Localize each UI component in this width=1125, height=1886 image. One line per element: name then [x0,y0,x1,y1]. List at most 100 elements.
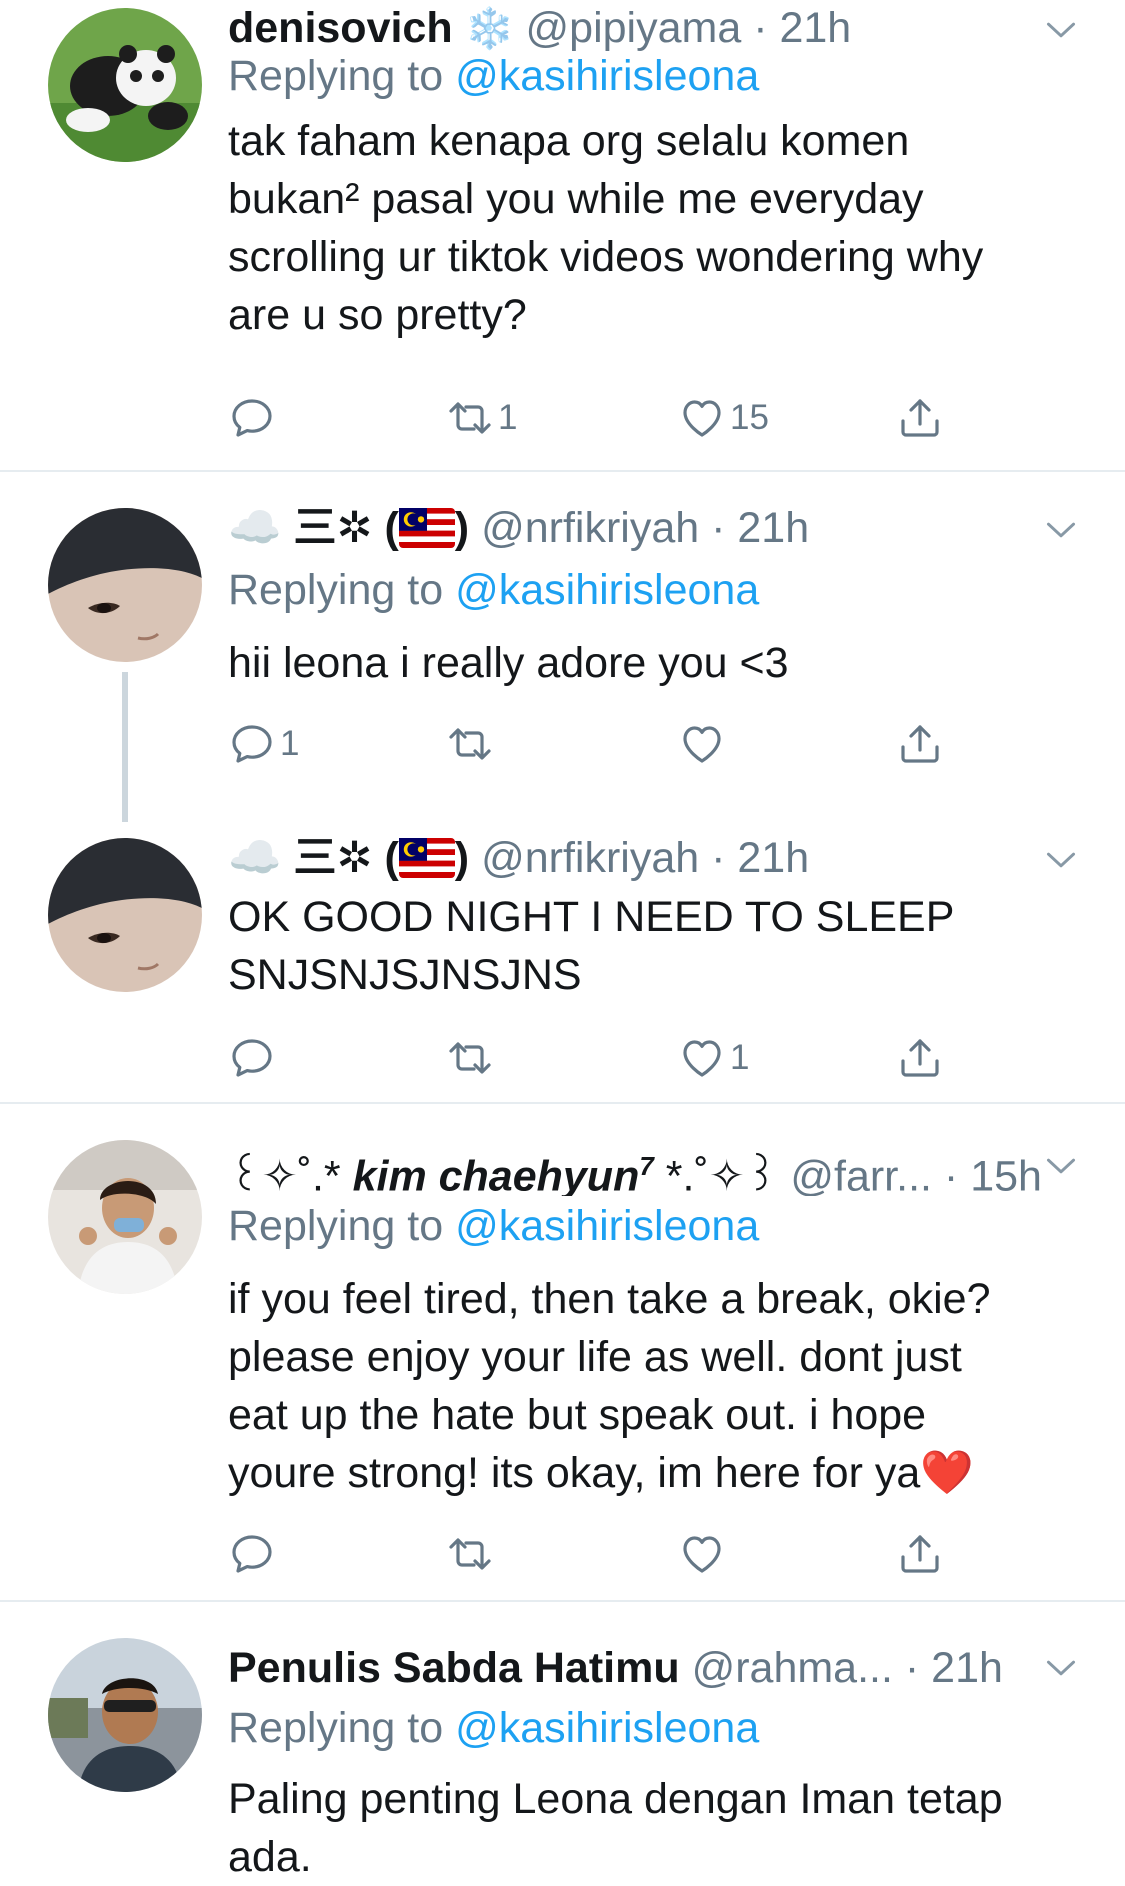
avatar[interactable] [48,1140,202,1294]
replying-to-label: Replying to [228,566,444,614]
user-handle[interactable]: @nrfikriyah [481,504,699,552]
tweet-text: Paling penting Leona dengan Iman tetap a… [228,1770,1108,1886]
tweet-time: · 21h [753,4,852,52]
tweet-header: Penulis Sabda Hatimu @rahma... · 21h [228,1638,1115,1698]
reply-icon [228,394,276,442]
share-icon [896,1034,944,1082]
text-line: are u so pretty? [228,291,527,339]
tweet-1[interactable]: denisovich ❄️ @pipiyama · 21h Replying t… [0,0,1125,470]
display-name-suffix: ) [454,504,470,552]
malaysia-flag-icon [399,838,455,878]
display-name-suffix: ) [454,834,470,882]
caret-down-icon[interactable] [1041,1648,1081,1688]
reply-mention[interactable]: @kasihirisleona [455,1202,759,1250]
reply-icon [228,1530,276,1578]
share-button[interactable] [896,1526,944,1582]
retweet-count: 1 [498,398,518,437]
tweet-text: tak faham kenapa org selalu komen bukan²… [228,112,1108,344]
reply-icon [228,720,276,768]
like-button[interactable]: 1 [678,1030,749,1086]
avatar[interactable] [48,1638,202,1792]
avatar[interactable] [48,8,202,162]
reply-button[interactable] [228,390,276,446]
replying-to-label: Replying to [228,52,444,100]
like-icon [678,394,726,442]
display-name[interactable]: denisovich [228,4,453,52]
text-line: bukan² pasal you while me everyday [228,175,924,223]
tweet-3[interactable]: ☁️ 三✲ () @nrfikriyah · 21h OK GOOD NIGHT… [0,802,1125,1102]
replying-to: Replying to @kasihirisleona [228,46,759,106]
text-line: scrolling ur tiktok videos wondering why [228,233,984,281]
name-decoration-left: ꒰✧˚.* [228,1152,353,1196]
cloud-icon: ☁️ [228,834,282,882]
retweet-button[interactable]: 1 [446,390,517,446]
tweet-time: · 21h [904,1644,1003,1692]
caret-down-icon[interactable] [1041,1146,1081,1186]
reply-mention[interactable]: @kasihirisleona [455,52,759,100]
retweet-button[interactable] [446,1526,494,1582]
replying-to: Replying to @kasihirisleona [228,1196,759,1256]
reply-button[interactable]: 1 [228,716,299,772]
retweet-icon [446,720,494,768]
tweet-header: ☁️ 三✲ () @nrfikriyah · 21h [228,828,1115,888]
share-button[interactable] [896,390,944,446]
text-line: youre strong! its okay, im here for ya❤️ [228,1449,974,1497]
reply-button[interactable] [228,1030,276,1086]
tweet-time: · 15h [943,1152,1042,1196]
replying-to: Replying to @kasihirisleona [228,560,759,620]
text-line: OK GOOD NIGHT I NEED TO SLEEP [228,893,955,941]
share-icon [896,394,944,442]
tweet-actions: 1 [228,1030,988,1086]
tweet-5[interactable]: Penulis Sabda Hatimu @rahma... · 21h Rep… [0,1602,1125,1881]
caret-down-icon[interactable] [1041,840,1081,880]
tweet-text: OK GOOD NIGHT I NEED TO SLEEP SNJSNJSJNS… [228,888,1108,1004]
tweet-2[interactable]: ☁️ 三✲ () @nrfikriyah · 21h Replying to @… [0,472,1125,822]
tweet-4[interactable]: ꒰✧˚.* kim chaehyun7 *.˚✧꒱ @farr... · 15h… [0,1104,1125,1600]
like-button[interactable] [678,1526,726,1582]
retweet-button[interactable] [446,1030,494,1086]
replying-to-label: Replying to [228,1202,444,1250]
user-handle[interactable]: @pipiyama [526,4,742,52]
share-icon [896,720,944,768]
text-line: Paling penting Leona dengan Iman tetap [228,1775,1003,1823]
like-count: 15 [730,398,769,437]
avatar[interactable] [48,838,202,992]
reply-mention[interactable]: @kasihirisleona [455,1704,759,1752]
tweet-text: if you feel tired, then take a break, ok… [228,1270,1108,1502]
text-line: SNJSNJSJNSJNS [228,951,582,999]
reply-mention[interactable]: @kasihirisleona [455,566,759,614]
retweet-icon [446,1034,494,1082]
user-handle[interactable]: @rahma... [692,1644,893,1692]
display-name[interactable]: kim chaehyun [353,1152,640,1196]
display-name[interactable]: 三✲ ( [294,834,399,882]
tweet-header: ꒰✧˚.* kim chaehyun7 *.˚✧꒱ @farr... · 15h [228,1136,1115,1196]
reply-icon [228,1034,276,1082]
caret-down-icon[interactable] [1041,10,1081,50]
text-line: hii leona i really adore you <3 [228,639,789,687]
avatar[interactable] [48,508,202,662]
like-button[interactable] [678,716,726,772]
tweet-actions [228,1526,988,1582]
reply-button[interactable] [228,1526,276,1582]
text-line: ada. [228,1833,312,1881]
display-name[interactable]: Penulis Sabda Hatimu [228,1644,680,1692]
share-button[interactable] [896,716,944,772]
caret-down-icon[interactable] [1041,510,1081,550]
thread-line [122,672,128,822]
display-name[interactable]: 三✲ ( [294,504,399,552]
user-handle[interactable]: @farr... [790,1152,932,1196]
tweet-text: hii leona i really adore you <3 [228,634,1108,692]
name-decoration-right: *.˚✧꒱ [653,1152,779,1196]
like-button[interactable]: 15 [678,390,769,446]
user-handle[interactable]: @nrfikriyah [481,834,699,882]
retweet-button[interactable] [446,716,494,772]
text-line: if you feel tired, then take a break, ok… [228,1275,991,1323]
like-count: 1 [730,1038,750,1077]
text-line: eat up the hate but speak out. i hope [228,1391,927,1439]
retweet-icon [446,394,494,442]
share-button[interactable] [896,1030,944,1086]
retweet-icon [446,1530,494,1578]
share-icon [896,1530,944,1578]
text-line: please enjoy your life as well. dont jus… [228,1333,962,1381]
malaysia-flag-icon [399,508,455,548]
